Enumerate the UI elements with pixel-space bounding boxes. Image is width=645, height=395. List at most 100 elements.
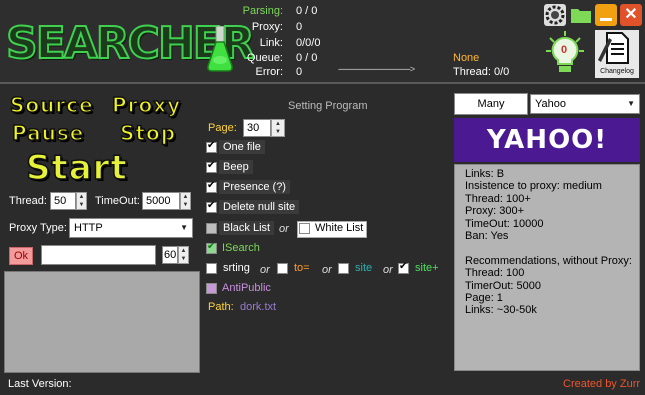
presence-label: Presence (?): [219, 180, 290, 194]
notifications-button[interactable]: 0: [545, 30, 585, 74]
timeout-input[interactable]: 5000: [142, 192, 180, 210]
link-value: 0/0/0: [296, 37, 321, 49]
info-line: Ban: Yes: [465, 229, 509, 242]
chevron-down-icon: ▼: [627, 99, 635, 108]
thread-status: Thread: 0/0: [453, 66, 509, 78]
stop-button[interactable]: Stop: [119, 120, 176, 146]
error-label: Error:: [255, 66, 284, 78]
path-value[interactable]: dork.txt: [240, 301, 276, 313]
start-button[interactable]: Start: [25, 147, 128, 189]
proxy-type-select[interactable]: HTTP ▼: [69, 218, 193, 238]
path-label: Path:: [208, 301, 234, 313]
info-line: [465, 242, 629, 254]
page-label: Page:: [208, 122, 237, 134]
info-line: Page: 1: [465, 291, 503, 304]
delete-null-label: Delete null site: [219, 200, 300, 214]
page-stepper[interactable]: ▲ ▼: [271, 119, 285, 137]
timeout-stepper[interactable]: ▲ ▼: [180, 192, 191, 210]
search-engine-value: Yahoo: [535, 98, 566, 110]
link-label: Link:: [259, 37, 283, 49]
engine-info-panel: Links: B Insistence to proxy: medium Threa…: [454, 164, 640, 371]
antipublic-label: AntiPublic: [222, 282, 271, 294]
thread-label: Thread:: [9, 195, 47, 207]
or-label: or: [279, 223, 289, 235]
page-input[interactable]: 30: [243, 119, 271, 137]
down-arrow-icon[interactable]: ▼: [181, 201, 190, 209]
changelog-button[interactable]: Changelog: [595, 30, 639, 78]
chevron-down-icon: ▼: [180, 223, 188, 232]
up-arrow-icon[interactable]: ▲: [77, 193, 86, 201]
black-list-checkbox[interactable]: [206, 223, 217, 234]
queue-value: 0 / 0: [296, 52, 318, 64]
pause-button[interactable]: Pause: [11, 120, 84, 146]
info-line: Thread: 100+: [465, 192, 531, 205]
log-area[interactable]: [4, 271, 200, 373]
srting-label: srting: [223, 262, 250, 274]
beep-checkbox[interactable]: [206, 160, 217, 173]
settings-button[interactable]: [544, 4, 566, 26]
source-button[interactable]: Source: [9, 92, 94, 118]
info-line: Proxy: 300+: [465, 205, 525, 218]
site-plus-checkbox[interactable]: [398, 261, 409, 274]
down-arrow-icon[interactable]: ▼: [272, 128, 284, 136]
gear-icon: [545, 5, 565, 25]
delete-null-checkbox[interactable]: [206, 200, 217, 213]
thread-input[interactable]: 50: [50, 192, 76, 210]
last-version-label: Last Version:: [8, 378, 72, 390]
proxy-count-input[interactable]: 60: [162, 246, 178, 264]
close-button[interactable]: ✕: [620, 4, 642, 26]
parsing-value: 0 / 0: [296, 5, 318, 17]
close-icon: ✕: [624, 6, 638, 23]
white-list-label: White List: [315, 222, 364, 234]
minimize-button[interactable]: [595, 4, 617, 26]
open-folder-button[interactable]: [570, 4, 592, 26]
settings-title: Setting Program: [288, 100, 368, 112]
ok-button[interactable]: Ok: [9, 247, 33, 265]
site-checkbox[interactable]: [338, 263, 349, 274]
folder-icon: [571, 9, 591, 23]
one-file-checkbox[interactable]: [206, 140, 217, 153]
error-value: 0: [296, 66, 303, 78]
one-file-label: One file: [219, 140, 265, 154]
info-line: Links: B: [465, 168, 505, 180]
many-button[interactable]: Many: [454, 93, 528, 115]
to-eq-label: to=: [294, 262, 310, 274]
thread-status-label: Thread:: [453, 66, 491, 78]
up-arrow-icon[interactable]: ▲: [179, 247, 188, 255]
proxy-type-value: HTTP: [74, 222, 103, 234]
notification-count: 0: [561, 44, 568, 56]
parsing-label: Parsing:: [242, 5, 283, 17]
white-list-checkbox[interactable]: [299, 223, 310, 234]
created-by-label: Created by Zurr: [563, 378, 641, 390]
down-arrow-icon[interactable]: ▼: [179, 255, 188, 263]
isearch-label: ISearch: [222, 242, 260, 254]
proxy-count-stepper[interactable]: ▲ ▼: [178, 246, 189, 264]
beep-label: Beep: [219, 160, 253, 174]
changelog-label: Changelog: [600, 68, 634, 75]
proxy-value: 0: [296, 21, 303, 33]
proxy-text-input[interactable]: [41, 245, 156, 265]
proxy-button[interactable]: Proxy: [111, 92, 181, 118]
antipublic-checkbox[interactable]: [206, 283, 217, 294]
search-engine-banner: YAHOO!: [454, 118, 640, 162]
up-arrow-icon[interactable]: ▲: [181, 193, 190, 201]
info-line: Links: ~30-50k: [465, 304, 537, 317]
document-icon: [598, 32, 629, 64]
info-line: TimeOut: 10000: [465, 217, 544, 230]
minimize-icon: [600, 18, 612, 21]
down-arrow-icon[interactable]: ▼: [77, 201, 86, 209]
thread-status-value: 0/0: [493, 66, 510, 78]
progress-arrow: ------------------------------------>: [338, 64, 415, 74]
presence-checkbox[interactable]: [206, 180, 217, 193]
search-engine-select[interactable]: Yahoo ▼: [530, 94, 640, 114]
current-item: None: [453, 52, 480, 64]
info-line: TimerOut: 5000: [465, 279, 542, 292]
or-label: or: [383, 264, 393, 276]
to-eq-checkbox[interactable]: [277, 263, 288, 274]
timeout-label: TimeOut:: [95, 195, 140, 207]
thread-stepper[interactable]: ▲ ▼: [76, 192, 87, 210]
srting-checkbox[interactable]: [206, 263, 217, 274]
isearch-checkbox[interactable]: [206, 241, 217, 254]
info-line: Insistence to proxy: medium: [465, 180, 602, 193]
up-arrow-icon[interactable]: ▲: [272, 120, 284, 128]
